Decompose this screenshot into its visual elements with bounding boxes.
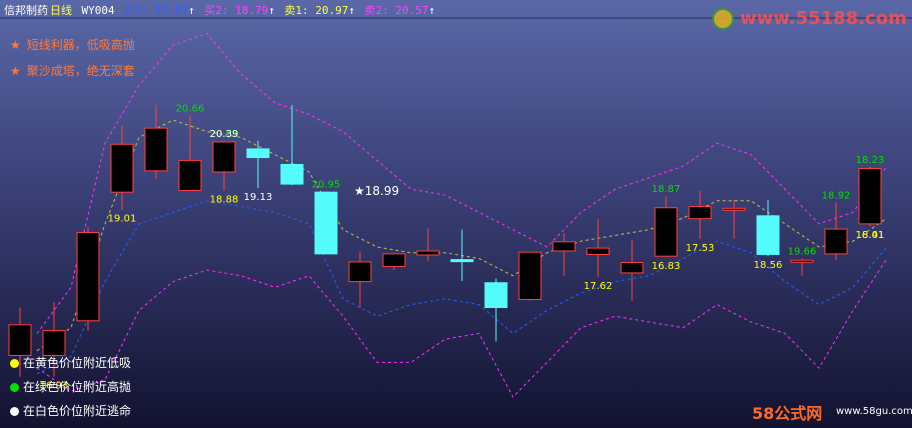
- stock-name: 信邦制药: [4, 4, 48, 17]
- candle-body: [722, 207, 746, 211]
- sell2-value: 20.57: [395, 4, 429, 17]
- sell-price-label: 20.66: [176, 103, 205, 114]
- candle-body: [518, 251, 542, 300]
- chart-stage: 16.93 19.01 18.88 17.62 16.83 17.53 18.56 18.01…: [0, 0, 912, 428]
- candle-body: [178, 159, 202, 191]
- candle-body: [654, 207, 678, 257]
- chart-background: [0, 0, 912, 428]
- sell-price-label: 18.87: [652, 184, 681, 195]
- logo-icon: [712, 8, 734, 30]
- candle: [518, 251, 542, 301]
- buy1-value: 18.87: [155, 4, 189, 17]
- candle-body: [280, 163, 304, 185]
- legend-text: 在白色价位附近逃命: [23, 404, 132, 418]
- buy-price-label: 18.41: [856, 230, 885, 241]
- green-dot-icon: [10, 383, 19, 392]
- star-icon: ★: [10, 64, 21, 78]
- escape-price-label: 20.39: [210, 129, 239, 140]
- candle-body: [246, 148, 270, 159]
- chart-header: 信邦制药 日线 WY004 买1: 18.87↑ 买2: 18.79↑ 卖1: 2…: [4, 2, 441, 18]
- candle-body: [586, 247, 610, 255]
- legend-escape: 在白色价位附近逃命: [10, 402, 131, 419]
- candle-body: [450, 259, 474, 263]
- watermark-top-right: www.55188.com: [712, 8, 907, 30]
- note-2: ★ 聚沙成塔，绝无深套: [10, 62, 135, 79]
- star-icon: ★: [10, 38, 21, 52]
- period-label[interactable]: 日线: [50, 4, 72, 17]
- indicator-name[interactable]: WY004: [82, 4, 115, 17]
- sell-price-label: 20.95: [312, 180, 341, 191]
- candle-body: [314, 191, 338, 255]
- yellow-dot-icon: [10, 359, 19, 368]
- candle-body: [382, 253, 406, 268]
- buy-price-label: 19.01: [108, 213, 137, 224]
- candle-body: [348, 261, 372, 283]
- buy-price-label: 16.83: [652, 261, 681, 272]
- escape-price-label: ★18.99: [354, 184, 399, 198]
- candle-body: [756, 215, 780, 255]
- buy-price-label: 17.53: [686, 243, 715, 254]
- white-dot-icon: [10, 407, 19, 416]
- candle-body: [212, 141, 236, 173]
- candle-body: [110, 143, 134, 193]
- sell1-readout: 卖1: 20.97↑: [284, 4, 355, 17]
- candle-body: [416, 250, 440, 256]
- legend-buy: 在黄色价位附近低吸: [10, 354, 131, 371]
- up-arrow-icon: ↑: [428, 4, 436, 17]
- buy-price-label: 17.62: [584, 281, 613, 292]
- note-text: 短线利器，低吸高抛: [26, 38, 135, 52]
- watermark-bottom-url: www.58gu.com: [836, 406, 912, 417]
- candle-body: [8, 324, 32, 356]
- watermark-text: www.55188.com: [740, 8, 907, 29]
- candle-body: [790, 259, 814, 263]
- sell-price-label: 18.23: [856, 155, 885, 166]
- candle-body: [552, 241, 576, 252]
- note-1: ★ 短线利器，低吸高抛: [10, 36, 135, 53]
- sell1-value: 20.97: [315, 4, 349, 17]
- candle-body: [858, 168, 882, 225]
- escape-price-label: 19.13: [244, 192, 273, 203]
- up-arrow-icon: ↑: [348, 4, 355, 17]
- candlestick-chart: 16.9319.0118.8817.6216.8317.5318.5618.01…: [0, 0, 912, 428]
- buy-price-label: 18.56: [754, 260, 783, 271]
- sell1-label: 卖1:: [284, 4, 309, 17]
- buy2-label: 买2:: [204, 4, 229, 17]
- candle-body: [688, 206, 712, 220]
- candle-body: [484, 282, 508, 309]
- buy-price-label: 18.88: [210, 194, 239, 205]
- buy2-readout: 买2: 18.79↑: [204, 4, 275, 17]
- candle: [76, 226, 100, 331]
- candle-body: [144, 127, 168, 172]
- sell-price-label: 19.66: [788, 246, 817, 257]
- candle-body: [76, 232, 100, 322]
- sell-price-label: 18.92: [822, 191, 851, 202]
- legend-sell: 在绿色价位附近高抛: [10, 378, 131, 395]
- buy1-readout: 买1: 18.87↑: [124, 4, 195, 17]
- candle: [314, 191, 338, 255]
- sell2-readout: 卖2: 20.57↑: [365, 4, 436, 17]
- candle-body: [824, 228, 848, 255]
- buy2-value: 18.79: [235, 4, 269, 17]
- candle: [858, 166, 882, 227]
- watermark-bottom-brand: 58公式网: [752, 404, 823, 423]
- candle-body: [620, 262, 644, 274]
- legend-text: 在绿色价位附近高抛: [23, 380, 132, 394]
- candle-body: [42, 330, 66, 356]
- sell2-label: 卖2:: [364, 4, 389, 17]
- buy1-label: 买1:: [124, 4, 149, 17]
- note-text: 聚沙成塔，绝无深套: [26, 64, 135, 78]
- up-arrow-icon: ↑: [188, 4, 195, 17]
- up-arrow-icon: ↑: [268, 4, 275, 17]
- legend-text: 在黄色价位附近低吸: [23, 356, 132, 370]
